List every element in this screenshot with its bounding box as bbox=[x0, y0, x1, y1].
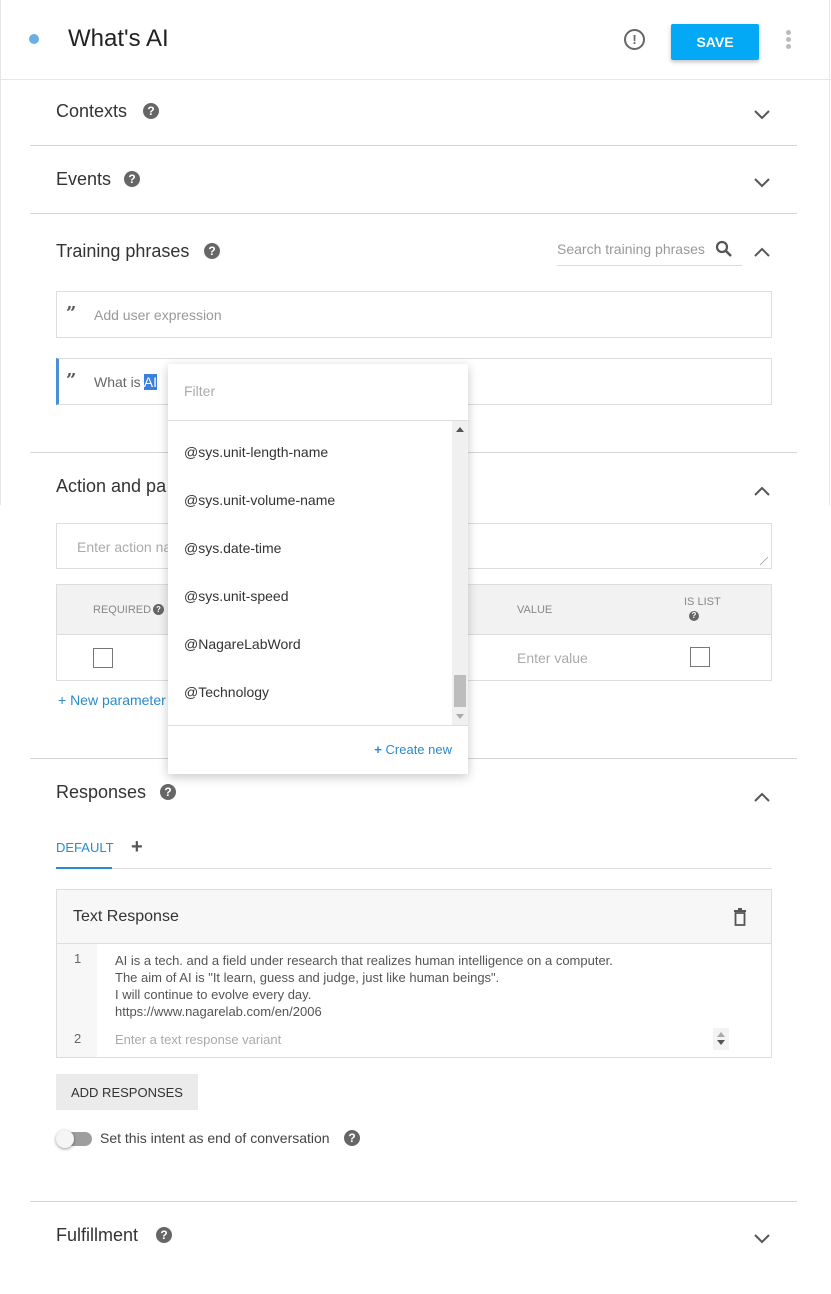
column-value: VALUE bbox=[517, 604, 553, 616]
chevron-up-icon[interactable] bbox=[753, 243, 771, 261]
line-number: 1 bbox=[74, 951, 82, 966]
divider bbox=[30, 213, 797, 214]
response-variant-1[interactable]: AI is a tech. and a field under research… bbox=[115, 952, 613, 1020]
entity-option[interactable]: @Technology bbox=[184, 684, 269, 700]
divider bbox=[30, 145, 797, 146]
text-response-card: Text Response 1 2 AI is a tech. and a fi… bbox=[56, 889, 772, 1058]
scrollbar-thumb[interactable] bbox=[454, 675, 466, 707]
add-expression-placeholder: Add user expression bbox=[94, 307, 222, 323]
scroll-down-arrow[interactable] bbox=[456, 714, 464, 719]
quote-icon: ” bbox=[66, 370, 77, 391]
chevron-down-icon[interactable] bbox=[753, 106, 771, 124]
alert-icon[interactable]: ! bbox=[624, 29, 645, 50]
chevron-down-icon[interactable] bbox=[753, 174, 771, 192]
chevron-up-icon[interactable] bbox=[753, 482, 771, 500]
line-number: 2 bbox=[74, 1031, 82, 1046]
training-phrase-text[interactable]: What is AI bbox=[94, 374, 158, 390]
column-is-list: IS LIST bbox=[684, 596, 721, 608]
chevron-down-icon[interactable] bbox=[753, 1230, 771, 1248]
response-line: I will continue to evolve every day. bbox=[115, 987, 312, 1002]
variant-stepper[interactable] bbox=[713, 1028, 729, 1050]
tab-default[interactable]: DEFAULT bbox=[56, 840, 114, 855]
entity-option[interactable]: @sys.unit-volume-name bbox=[184, 492, 335, 508]
contexts-title[interactable]: Contexts bbox=[56, 101, 127, 122]
add-tab-icon[interactable]: + bbox=[131, 836, 143, 859]
end-conversation-label: Set this intent as end of conversation bbox=[100, 1130, 330, 1146]
card-header: Text Response bbox=[57, 890, 771, 944]
selected-text[interactable]: AI bbox=[143, 374, 158, 390]
card-title: Text Response bbox=[73, 908, 179, 925]
column-required: REQUIRED bbox=[93, 604, 152, 616]
action-placeholder: Enter action na bbox=[77, 539, 172, 555]
is-list-checkbox[interactable] bbox=[690, 647, 710, 667]
line-numbers: 1 2 bbox=[57, 944, 97, 1057]
events-title[interactable]: Events bbox=[56, 169, 111, 190]
tab-bar-line bbox=[56, 868, 772, 869]
training-phrases-title[interactable]: Training phrases bbox=[56, 241, 189, 262]
training-search bbox=[557, 238, 742, 266]
stepper-up-icon[interactable] bbox=[717, 1032, 725, 1037]
create-new-label: Create new bbox=[385, 742, 452, 757]
entity-option[interactable]: @sys.unit-length-name bbox=[184, 444, 328, 460]
response-line: The aim of AI is "It learn, guess and ju… bbox=[115, 970, 500, 985]
entity-dropdown: @sys.unit-length-name @sys.unit-volume-n… bbox=[168, 364, 468, 774]
tab-active-indicator bbox=[56, 867, 112, 869]
responses-title[interactable]: Responses bbox=[56, 782, 146, 803]
create-new-link[interactable]: + Create new bbox=[374, 742, 452, 757]
response-line: AI is a tech. and a field under research… bbox=[115, 953, 613, 968]
filter-field bbox=[168, 364, 468, 421]
end-conversation-toggle[interactable] bbox=[56, 1130, 92, 1148]
required-checkbox[interactable] bbox=[93, 648, 113, 668]
quote-icon: ” bbox=[66, 303, 77, 324]
search-training-input[interactable] bbox=[557, 241, 707, 257]
entity-option[interactable]: @sys.unit-speed bbox=[184, 588, 288, 604]
help-icon[interactable]: ? bbox=[124, 171, 140, 187]
entity-option[interactable]: @NagareLabWord bbox=[184, 636, 301, 652]
entity-list: @sys.unit-length-name @sys.unit-volume-n… bbox=[168, 421, 468, 725]
plus-icon: + bbox=[374, 742, 386, 757]
add-user-expression[interactable]: ” Add user expression bbox=[56, 291, 772, 338]
help-icon[interactable]: ? bbox=[160, 784, 176, 800]
more-vert-icon[interactable] bbox=[783, 30, 793, 50]
help-icon[interactable]: ? bbox=[153, 604, 164, 615]
scrollbar[interactable] bbox=[452, 421, 468, 725]
response-line: https://www.nagarelab.com/en/2006 bbox=[115, 1004, 322, 1019]
intent-title[interactable]: What's AI bbox=[68, 25, 169, 53]
value-input[interactable]: Enter value bbox=[517, 650, 588, 666]
help-icon[interactable]: ? bbox=[143, 103, 159, 119]
toggle-knob bbox=[56, 1130, 74, 1148]
resize-handle[interactable] bbox=[760, 557, 768, 565]
help-icon[interactable]: ? bbox=[156, 1227, 172, 1243]
filter-input[interactable] bbox=[184, 383, 444, 399]
help-icon[interactable]: ? bbox=[344, 1130, 360, 1146]
stepper-down-icon[interactable] bbox=[717, 1040, 725, 1045]
phrase-prefix: What is bbox=[94, 374, 144, 390]
trash-icon[interactable] bbox=[733, 908, 747, 926]
divider bbox=[30, 1201, 797, 1202]
add-responses-button[interactable]: ADD RESPONSES bbox=[56, 1074, 198, 1110]
status-dot bbox=[29, 34, 39, 44]
search-icon[interactable] bbox=[715, 240, 733, 258]
response-variant-input[interactable]: Enter a text response variant bbox=[115, 1032, 281, 1047]
intent-header: What's AI ! SAVE bbox=[0, 0, 831, 80]
entity-option[interactable]: @sys.date-time bbox=[184, 540, 281, 556]
chevron-up-icon[interactable] bbox=[753, 788, 771, 806]
help-icon[interactable]: ? bbox=[689, 611, 699, 621]
action-parameters-title[interactable]: Action and pa bbox=[56, 476, 166, 497]
new-parameter-link[interactable]: + New parameter bbox=[58, 692, 166, 708]
scroll-up-arrow[interactable] bbox=[456, 427, 464, 432]
help-icon[interactable]: ? bbox=[204, 243, 220, 259]
fulfillment-title[interactable]: Fulfillment bbox=[56, 1225, 138, 1246]
save-button[interactable]: SAVE bbox=[671, 24, 759, 60]
dropdown-footer: + Create new bbox=[168, 725, 468, 774]
